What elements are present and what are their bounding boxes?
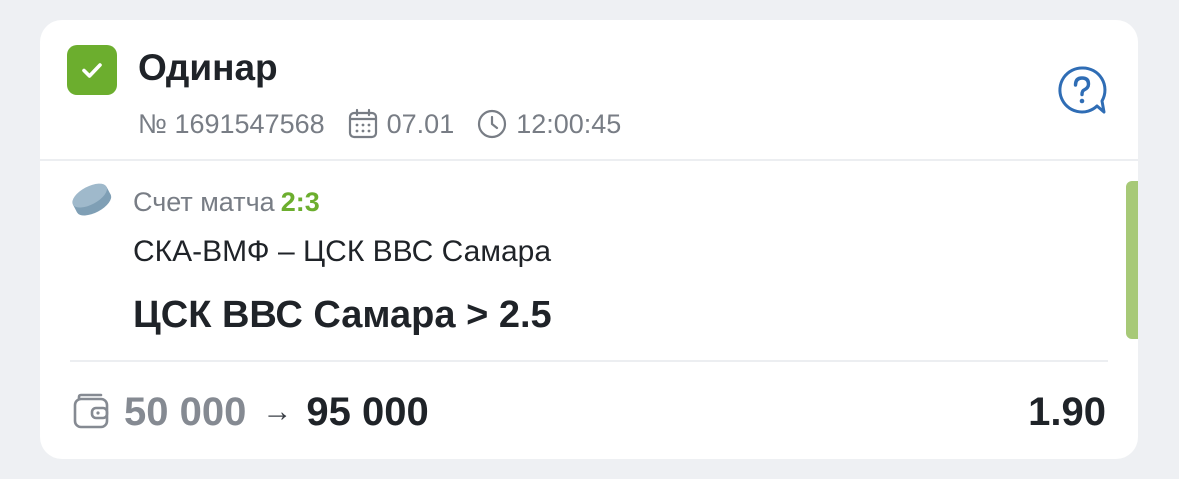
bet-type-title: Одинар bbox=[138, 47, 278, 88]
arrow-right-icon: → bbox=[262, 395, 293, 428]
hockey-puck-icon bbox=[68, 180, 116, 220]
bet-time: 12:00:45 bbox=[516, 108, 622, 139]
footer-divider bbox=[70, 360, 1108, 362]
clock-icon bbox=[476, 108, 508, 140]
check-icon bbox=[82, 63, 102, 78]
selected-checkbox[interactable] bbox=[67, 45, 117, 95]
score-label: Счет матча bbox=[133, 187, 275, 217]
bet-number: № 1691547568 bbox=[138, 108, 325, 139]
match-teams: СКА-ВМФ – ЦСК ВВС Самара bbox=[133, 235, 552, 268]
stake-amount: 50 000 bbox=[124, 389, 247, 434]
payout-amount: 95 000 bbox=[306, 389, 429, 434]
match-score-line: Счет матча 2:3 bbox=[133, 184, 320, 220]
wallet-icon bbox=[72, 392, 112, 432]
help-button[interactable] bbox=[1055, 64, 1109, 118]
match-score: 2:3 bbox=[280, 187, 320, 217]
bet-amounts: 50 000 → 95 000 bbox=[124, 386, 429, 438]
bet-outcome: ЦСК ВВС Самара > 2.5 bbox=[133, 294, 552, 336]
status-indicator-bar bbox=[1126, 181, 1138, 339]
calendar-icon bbox=[347, 108, 379, 140]
header-divider bbox=[40, 159, 1138, 161]
bet-meta: № 1691547568 07.01 12:00:45 bbox=[138, 104, 621, 144]
coefficient: 1.90 bbox=[1028, 390, 1106, 434]
bet-card[interactable]: Одинар № 1691547568 07.01 12:00:45 Счет … bbox=[40, 20, 1138, 459]
help-chat-icon bbox=[1058, 66, 1107, 114]
bet-date: 07.01 bbox=[386, 108, 455, 139]
